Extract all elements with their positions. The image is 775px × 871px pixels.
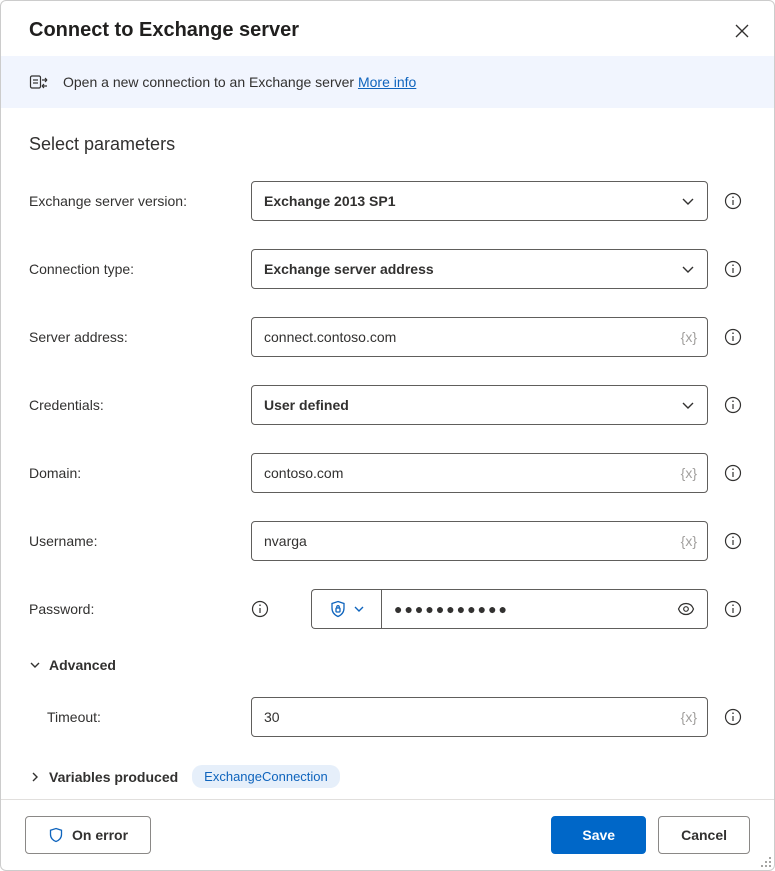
chevron-down-icon bbox=[353, 603, 365, 615]
info-icon[interactable] bbox=[724, 260, 742, 278]
close-icon[interactable] bbox=[734, 23, 750, 39]
server-address-input[interactable]: connect.contoso.com {x} bbox=[251, 317, 708, 357]
save-button[interactable]: Save bbox=[551, 816, 646, 854]
dialog-title: Connect to Exchange server bbox=[29, 19, 299, 42]
show-password-icon[interactable] bbox=[677, 600, 695, 618]
exchange-version-select[interactable]: Exchange 2013 SP1 bbox=[251, 181, 708, 221]
chevron-down-icon bbox=[681, 194, 695, 208]
password-type-select[interactable] bbox=[311, 589, 381, 629]
info-icon[interactable] bbox=[724, 600, 742, 618]
cancel-button[interactable]: Cancel bbox=[658, 816, 750, 854]
on-error-button[interactable]: On error bbox=[25, 816, 151, 854]
username-input[interactable]: nvarga {x} bbox=[251, 521, 708, 561]
info-icon[interactable] bbox=[724, 192, 742, 210]
shield-icon bbox=[48, 827, 64, 843]
label-domain: Domain: bbox=[29, 465, 81, 481]
resize-grip-icon[interactable] bbox=[758, 854, 772, 868]
connection-type-select[interactable]: Exchange server address bbox=[251, 249, 708, 289]
variable-token-icon[interactable]: {x} bbox=[681, 709, 697, 725]
label-credentials: Credentials: bbox=[29, 397, 104, 413]
info-banner: Open a new connection to an Exchange ser… bbox=[1, 56, 774, 108]
password-input[interactable]: ●●●●●●●●●●● bbox=[381, 589, 708, 629]
shield-lock-icon bbox=[329, 600, 347, 618]
variable-token-icon[interactable]: {x} bbox=[681, 465, 697, 481]
info-icon[interactable] bbox=[724, 532, 742, 550]
label-server-address: Server address: bbox=[29, 329, 128, 345]
variable-chip[interactable]: ExchangeConnection bbox=[192, 765, 340, 788]
chevron-down-icon bbox=[29, 659, 41, 671]
label-password: Password: bbox=[29, 601, 94, 617]
exchange-action-icon bbox=[29, 72, 49, 92]
timeout-input[interactable]: 30 {x} bbox=[251, 697, 708, 737]
info-icon[interactable] bbox=[251, 600, 269, 618]
credentials-select[interactable]: User defined bbox=[251, 385, 708, 425]
variable-token-icon[interactable]: {x} bbox=[681, 329, 697, 345]
info-icon[interactable] bbox=[724, 708, 742, 726]
label-exchange-version: Exchange server version: bbox=[29, 193, 187, 209]
more-info-link[interactable]: More info bbox=[358, 74, 416, 90]
label-connection-type: Connection type: bbox=[29, 261, 134, 277]
info-icon[interactable] bbox=[724, 464, 742, 482]
domain-input[interactable]: contoso.com {x} bbox=[251, 453, 708, 493]
info-icon[interactable] bbox=[724, 396, 742, 414]
section-title: Select parameters bbox=[29, 134, 746, 155]
variables-produced-toggle[interactable]: Variables produced bbox=[29, 769, 178, 785]
variable-token-icon[interactable]: {x} bbox=[681, 533, 697, 549]
chevron-down-icon bbox=[681, 398, 695, 412]
chevron-right-icon bbox=[29, 771, 41, 783]
info-icon[interactable] bbox=[724, 328, 742, 346]
label-timeout: Timeout: bbox=[47, 709, 101, 725]
banner-text: Open a new connection to an Exchange ser… bbox=[63, 74, 416, 90]
chevron-down-icon bbox=[681, 262, 695, 276]
label-username: Username: bbox=[29, 533, 97, 549]
advanced-toggle[interactable]: Advanced bbox=[29, 657, 746, 673]
